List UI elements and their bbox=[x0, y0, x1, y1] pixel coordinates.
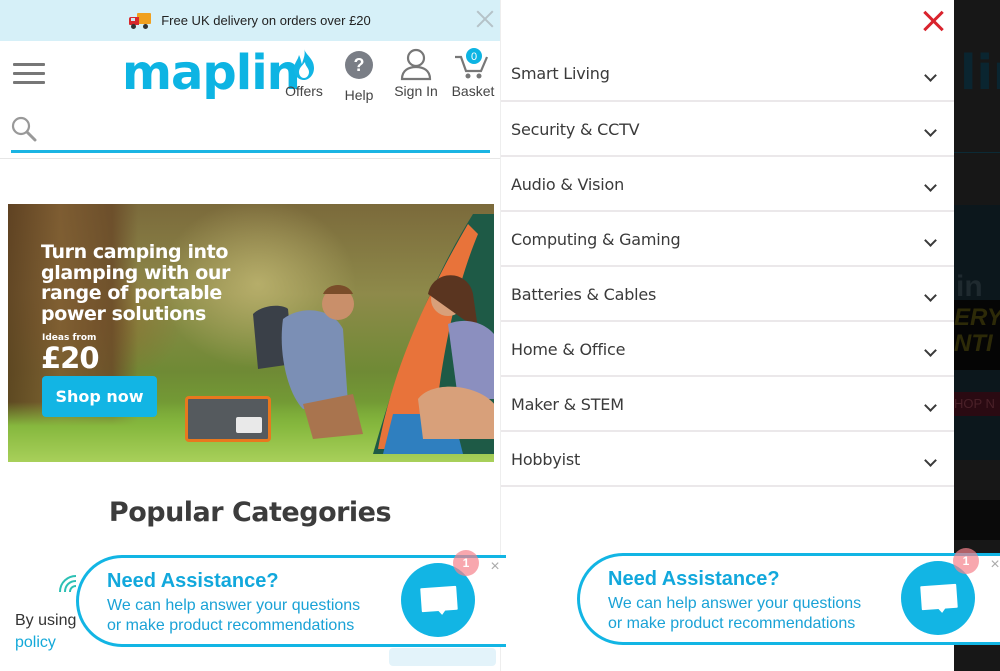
chat-body: We can help answer your questions or mak… bbox=[608, 594, 861, 634]
site-header: maplin Offers ? Help Sign In 0 Basket bbox=[0, 41, 500, 109]
chat-widget[interactable]: Need Assistance? We can help answer your… bbox=[76, 550, 506, 647]
menu-item-label: Home & Office bbox=[511, 340, 626, 359]
chat-title: Need Assistance? bbox=[107, 570, 279, 592]
notification-badge: 1 bbox=[953, 548, 979, 574]
screen: Free UK delivery on orders over £20 mapl… bbox=[0, 0, 1000, 671]
search-icon[interactable] bbox=[11, 116, 37, 142]
cookie-accept-button[interactable] bbox=[389, 648, 496, 666]
menu-item-label: Smart Living bbox=[511, 64, 610, 83]
chevron-down-icon[interactable] bbox=[924, 179, 937, 192]
nav-help-label: Help bbox=[344, 87, 374, 103]
dimmed-band bbox=[954, 500, 1000, 540]
question-circle-icon: ? bbox=[345, 51, 373, 79]
divider bbox=[954, 152, 1000, 153]
menu-item-label: Maker & STEM bbox=[511, 395, 624, 414]
logo[interactable]: maplin bbox=[122, 45, 301, 101]
close-icon[interactable]: × bbox=[988, 557, 1000, 573]
dimmed-banner-text: ERY NTI bbox=[954, 304, 1000, 357]
dimmed-logo: lin bbox=[960, 45, 1000, 101]
divider bbox=[0, 158, 500, 159]
dimmed-text: in bbox=[956, 270, 983, 303]
woman-image bbox=[418, 275, 494, 439]
dimmed-cta: HOP N bbox=[954, 392, 1000, 416]
menu-item-label: Security & CCTV bbox=[511, 120, 640, 139]
chevron-down-icon[interactable] bbox=[924, 124, 937, 137]
chat-widget[interactable]: Need Assistance? We can help answer your… bbox=[577, 548, 1000, 645]
nav-basket-label: Basket bbox=[451, 83, 495, 99]
chevron-down-icon[interactable] bbox=[924, 234, 937, 247]
menu-item-security-cctv[interactable]: Security & CCTV bbox=[501, 102, 955, 157]
menu-item-label: Batteries & Cables bbox=[511, 285, 657, 304]
flame-icon bbox=[294, 48, 314, 80]
menu-item-batteries-cables[interactable]: Batteries & Cables bbox=[501, 267, 955, 322]
nav-help[interactable]: ? Help bbox=[341, 47, 377, 103]
nav-offers-label: Offers bbox=[285, 83, 323, 99]
menu-item-hobbyist[interactable]: Hobbyist bbox=[501, 432, 955, 487]
hamburger-menu-icon[interactable] bbox=[13, 63, 45, 87]
chat-bubble-icon bbox=[420, 585, 458, 613]
nav-signin-label: Sign In bbox=[394, 83, 438, 99]
cookie-policy-link[interactable]: policy bbox=[15, 634, 56, 652]
menu-item-label: Computing & Gaming bbox=[511, 230, 681, 249]
nav-basket[interactable]: 0 Basket bbox=[449, 47, 497, 99]
chevron-down-icon[interactable] bbox=[924, 344, 937, 357]
cookie-notice-text: By using bbox=[15, 612, 77, 629]
menu-item-audio-vision[interactable]: Audio & Vision bbox=[501, 157, 955, 212]
nav-offers[interactable]: Offers bbox=[282, 47, 326, 99]
user-icon bbox=[400, 48, 432, 81]
promo-bar: Free UK delivery on orders over £20 bbox=[0, 0, 500, 41]
shop-now-button[interactable]: Shop now bbox=[42, 376, 157, 417]
power-station-image bbox=[185, 396, 271, 442]
menu-item-home-office[interactable]: Home & Office bbox=[501, 322, 955, 377]
chat-body: We can help answer your questions or mak… bbox=[107, 596, 360, 636]
delivery-truck-icon bbox=[129, 12, 152, 29]
chevron-down-icon[interactable] bbox=[924, 289, 937, 302]
menu-item-maker-stem[interactable]: Maker & STEM bbox=[501, 377, 955, 432]
search-bar bbox=[11, 110, 490, 153]
chat-line: We can help answer your questions bbox=[107, 597, 361, 614]
wifi-icon bbox=[59, 575, 77, 593]
menu-item-smart-living[interactable]: Smart Living bbox=[501, 47, 955, 102]
close-icon[interactable] bbox=[922, 10, 944, 32]
chat-line: or make product recommendations bbox=[608, 615, 856, 632]
close-icon[interactable]: × bbox=[488, 559, 502, 575]
menu-item-computing-gaming[interactable]: Computing & Gaming bbox=[501, 212, 955, 267]
chevron-down-icon[interactable] bbox=[924, 399, 937, 412]
close-icon[interactable] bbox=[475, 8, 495, 30]
category-menu: Smart Living Security & CCTV Audio & Vis… bbox=[501, 47, 955, 487]
hero-banner[interactable]: Turn camping into glamping with our rang… bbox=[8, 204, 494, 462]
basket-count-badge: 0 bbox=[465, 47, 483, 65]
search-input[interactable] bbox=[45, 118, 475, 146]
hero-title: Turn camping into glamping with our rang… bbox=[41, 241, 231, 325]
menu-item-label: Hobbyist bbox=[511, 450, 581, 469]
chat-line: We can help answer your questions bbox=[608, 595, 862, 612]
chevron-down-icon[interactable] bbox=[924, 69, 937, 82]
menu-item-label: Audio & Vision bbox=[511, 175, 625, 194]
nav-signin[interactable]: Sign In bbox=[392, 47, 440, 99]
hero-price: £20 bbox=[41, 341, 100, 375]
popular-categories-heading: Popular Categories bbox=[108, 497, 392, 528]
chat-line: or make product recommendations bbox=[107, 617, 355, 634]
notification-badge: 1 bbox=[453, 550, 479, 576]
chat-title: Need Assistance? bbox=[608, 568, 780, 590]
chat-bubble-icon bbox=[920, 583, 958, 611]
promo-text: Free UK delivery on orders over £20 bbox=[161, 13, 371, 28]
chevron-down-icon[interactable] bbox=[924, 454, 937, 467]
